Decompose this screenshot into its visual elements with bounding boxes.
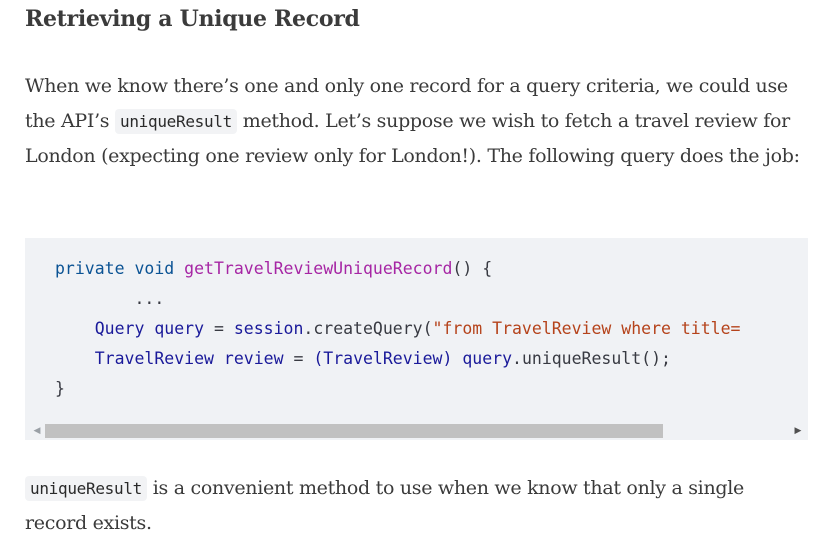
intro-paragraph: When we know there’s one and only one re…: [25, 69, 810, 174]
type-query: Query: [94, 319, 145, 338]
scroll-left-arrow-icon[interactable]: ◀: [31, 425, 43, 437]
var-review: review: [223, 349, 284, 368]
assign-op: =: [283, 349, 314, 368]
assign-op: =: [204, 319, 234, 338]
call-uniqueresult: .uniqueResult();: [512, 349, 671, 368]
code-line-2: ...: [55, 289, 164, 308]
method-parens: () {: [452, 259, 493, 278]
code-line-4: TravelReview review = (TravelReview) que…: [55, 349, 671, 368]
obj-query: query: [462, 349, 513, 368]
scroll-right-arrow-icon[interactable]: ▶: [792, 425, 804, 437]
code-content: private void getTravelReviewUniqueRecord…: [55, 254, 740, 404]
code-line-1: private void getTravelReviewUniqueRecord…: [55, 259, 492, 278]
obj-session: session: [233, 319, 304, 338]
keyword-void: void: [134, 259, 175, 278]
summary-paragraph: uniqueResult is a convenient method to u…: [25, 471, 810, 541]
code-block: private void getTravelReviewUniqueRecord…: [25, 238, 808, 440]
var-query: query: [154, 319, 205, 338]
call-createquery: .createQuery(: [303, 319, 433, 338]
inline-code-uniqueresult-2: uniqueResult: [25, 476, 147, 501]
cast-travelreview: (TravelReview): [313, 349, 453, 368]
inline-code-uniqueresult: uniqueResult: [115, 109, 237, 134]
type-travelreview: TravelReview: [94, 349, 214, 368]
code-line-5: }: [55, 379, 65, 398]
ellipsis: ...: [134, 289, 165, 308]
section-heading: Retrieving a Unique Record: [25, 6, 360, 32]
query-string: "from TravelReview where title=: [432, 319, 741, 338]
code-line-3: Query query = session.createQuery("from …: [55, 319, 741, 338]
scrollbar-thumb[interactable]: [45, 424, 663, 438]
keyword-private: private: [55, 259, 125, 278]
method-name: getTravelReviewUniqueRecord: [184, 259, 453, 278]
horizontal-scrollbar[interactable]: ◀ ▶: [25, 422, 808, 440]
